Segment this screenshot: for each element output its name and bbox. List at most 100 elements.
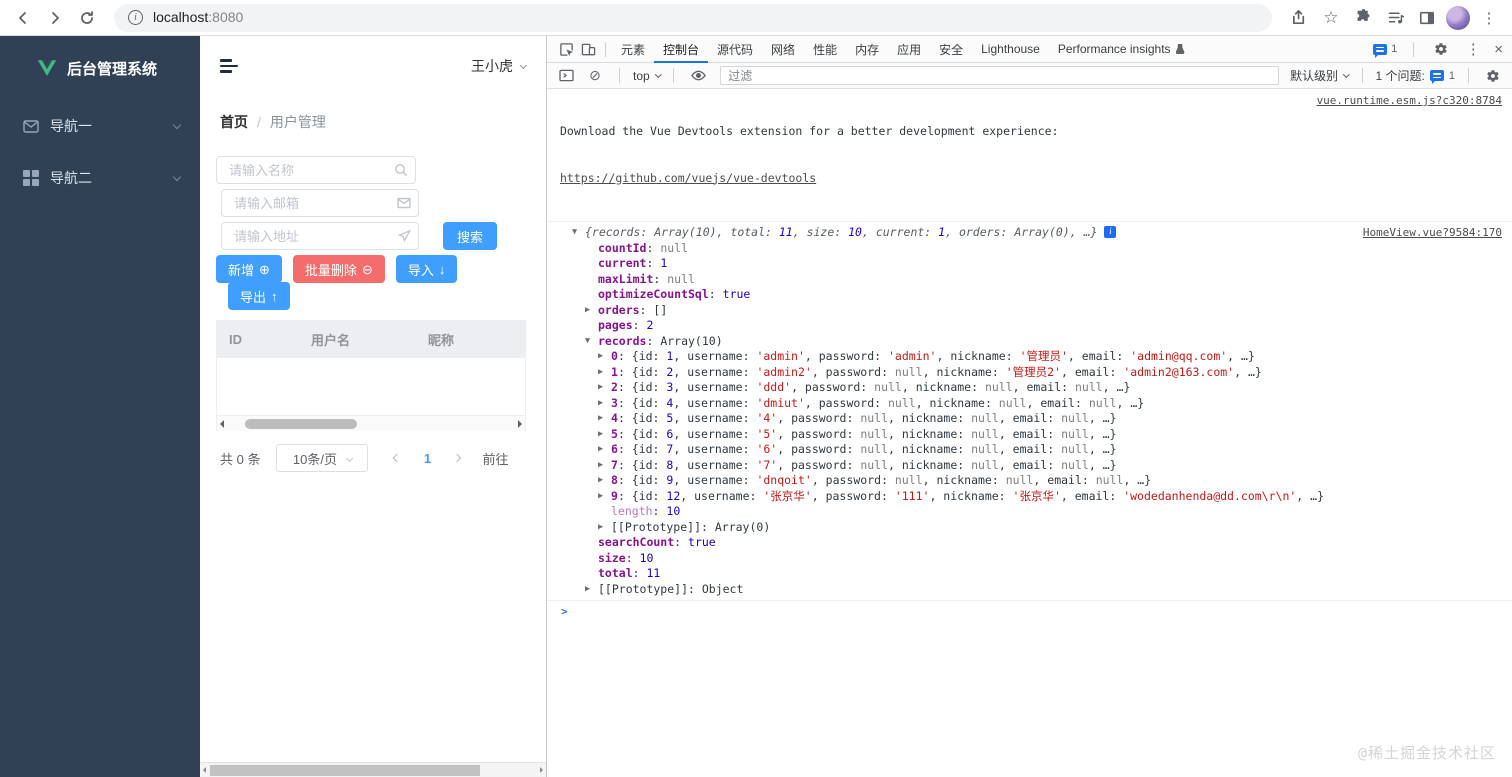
devtools-tab[interactable]: Lighthouse xyxy=(972,36,1049,63)
next-page-button[interactable] xyxy=(453,453,462,463)
app-header: 王小虎 xyxy=(200,36,546,96)
console-prompt[interactable]: > xyxy=(547,600,1512,621)
message-bubble-icon xyxy=(1373,43,1388,58)
table-horizontal-scrollbar[interactable] xyxy=(217,415,525,431)
issues-badge[interactable]: 1 个问题: 1 xyxy=(1376,67,1455,84)
profile-avatar[interactable] xyxy=(1446,5,1470,30)
name-field[interactable] xyxy=(216,156,416,184)
clear-console-icon[interactable]: ⊘ xyxy=(584,66,606,86)
devtools-tab[interactable]: 内存 xyxy=(846,36,888,63)
address-field[interactable] xyxy=(221,222,419,250)
message-bubble-icon xyxy=(1429,70,1444,84)
forward-icon[interactable] xyxy=(42,5,68,31)
url-port: :8080 xyxy=(208,8,244,25)
expand-arrow-icon[interactable]: ▶ xyxy=(598,458,611,474)
expand-arrow-icon[interactable]: ▶ xyxy=(598,411,611,427)
name-input[interactable] xyxy=(217,157,415,183)
search-form: 搜索 xyxy=(216,156,546,250)
inspect-element-icon[interactable] xyxy=(555,39,577,59)
expand-arrow-icon[interactable]: ▶ xyxy=(598,365,611,381)
devtools-tab[interactable]: 安全 xyxy=(930,36,972,63)
console-log-row: ▶ 2: {id: 3, username: 'ddd', password: n… xyxy=(598,380,1131,396)
batch-delete-button[interactable]: 批量删除 ⊖ xyxy=(292,255,385,283)
app-title: 后台管理系统 xyxy=(67,60,158,78)
extension-list-icon[interactable] xyxy=(1382,5,1408,31)
devtools-menu-icon[interactable]: ⋮ xyxy=(1462,39,1484,59)
browser-menu-icon[interactable]: ⋮ xyxy=(1476,5,1502,31)
page-horizontal-scrollbar[interactable] xyxy=(200,762,546,777)
expand-arrow-icon[interactable]: ▶ xyxy=(598,442,611,458)
expand-arrow-icon[interactable]: ▶ xyxy=(598,489,611,505)
scroll-right-arrow-icon[interactable] xyxy=(518,420,522,428)
expand-arrow-icon[interactable]: ▶ xyxy=(598,396,611,412)
sidebar-item-nav2[interactable]: 导航二 xyxy=(0,152,200,204)
address-bar[interactable]: i localhost:8080 xyxy=(114,3,1272,32)
extensions-puzzle-icon[interactable] xyxy=(1350,5,1376,31)
expand-arrow-icon[interactable]: ▶ xyxy=(598,349,611,365)
collapse-menu-icon[interactable] xyxy=(220,59,238,73)
breadcrumb-current: 用户管理 xyxy=(269,114,326,130)
export-button[interactable]: 导出 ↑ xyxy=(228,282,290,310)
watermark: @稀土掘金技术社区 xyxy=(1357,744,1496,762)
eye-icon[interactable] xyxy=(687,66,709,86)
console-log-row: searchCount: true xyxy=(598,535,716,549)
scrollbar-thumb[interactable] xyxy=(210,765,480,776)
side-panel-icon[interactable] xyxy=(1414,5,1440,31)
expand-arrow-icon[interactable]: ▶ xyxy=(598,380,611,396)
site-info-icon[interactable]: i xyxy=(128,10,143,25)
share-icon[interactable] xyxy=(1286,5,1312,31)
back-icon[interactable] xyxy=(10,5,36,31)
console-settings-icon[interactable] xyxy=(1482,66,1504,86)
breadcrumb-home[interactable]: 首页 xyxy=(220,112,248,132)
console-log-row: ▶ 1: {id: 2, username: 'admin2', password… xyxy=(598,364,1262,381)
console-log-row: pages: 2 xyxy=(598,318,654,332)
source-link[interactable]: HomeView.vue?9584:170 xyxy=(1349,225,1502,241)
devtools-settings-icon[interactable] xyxy=(1430,39,1452,59)
prev-page-button[interactable] xyxy=(393,453,402,463)
expand-arrow-icon[interactable]: ▼ xyxy=(572,225,585,241)
devtools-tab[interactable]: 元素 xyxy=(612,36,654,63)
expand-arrow-icon[interactable]: ▶ xyxy=(598,520,611,536)
user-menu[interactable]: 王小虎 xyxy=(471,56,528,76)
devtools-tab[interactable]: 性能 xyxy=(804,36,846,63)
device-toolbar-icon[interactable] xyxy=(577,39,599,59)
scrollbar-thumb[interactable] xyxy=(245,419,357,429)
console-log-row: length: 10 xyxy=(611,504,681,518)
devtools-tab[interactable]: 应用 xyxy=(888,36,930,63)
scroll-left-arrow-icon[interactable] xyxy=(220,420,224,428)
email-field[interactable] xyxy=(221,189,419,217)
add-button[interactable]: 新增 ⊕ xyxy=(216,255,282,283)
expand-arrow-icon[interactable]: ▶ xyxy=(598,427,611,443)
search-button[interactable]: 搜索 xyxy=(443,222,497,250)
devtools-tab[interactable]: 网络 xyxy=(762,36,804,63)
address-input[interactable] xyxy=(222,223,418,249)
sidebar-item-nav1[interactable]: 导航一 xyxy=(0,100,200,152)
bookmark-star-icon[interactable]: ☆ xyxy=(1318,5,1344,31)
current-page[interactable]: 1 xyxy=(410,451,444,466)
devtools-tab[interactable]: 控制台 xyxy=(654,36,709,63)
email-input[interactable] xyxy=(222,190,418,216)
column-header-id: ID xyxy=(229,331,242,347)
devtools-tab[interactable]: Performance insights xyxy=(1049,36,1194,63)
reload-icon[interactable] xyxy=(74,5,100,31)
log-level-selector[interactable]: 默认级别 xyxy=(1290,67,1350,84)
import-button[interactable]: 导入 ↓ xyxy=(395,255,458,283)
console-filter-input[interactable] xyxy=(720,66,1280,85)
expand-arrow-icon[interactable]: ▶ xyxy=(598,473,611,489)
console-sidebar-icon[interactable] xyxy=(555,66,577,86)
expand-arrow-icon[interactable]: ▶ xyxy=(585,582,598,598)
circle-plus-icon: ⊕ xyxy=(259,261,270,277)
expand-arrow-icon[interactable]: ▼ xyxy=(585,334,598,350)
vue-devtools-link[interactable]: https://github.com/vuejs/vue-devtools xyxy=(560,171,1059,187)
page-size-select[interactable]: 10条/页 xyxy=(276,444,369,472)
devtools-tab[interactable]: 源代码 xyxy=(708,36,762,63)
url-host: localhost xyxy=(153,8,209,25)
expand-arrow-icon[interactable]: ▶ xyxy=(585,303,598,319)
console-messages-badge[interactable]: 1 xyxy=(1373,43,1397,58)
scroll-right-arrow-icon[interactable] xyxy=(540,767,543,773)
info-icon[interactable]: i xyxy=(1104,226,1117,238)
devtools-close-icon[interactable]: × xyxy=(1494,41,1503,58)
source-link[interactable]: vue.runtime.esm.js?c320:8784 xyxy=(1303,93,1502,109)
scroll-left-arrow-icon[interactable] xyxy=(203,767,206,773)
context-selector[interactable]: top xyxy=(633,69,662,83)
